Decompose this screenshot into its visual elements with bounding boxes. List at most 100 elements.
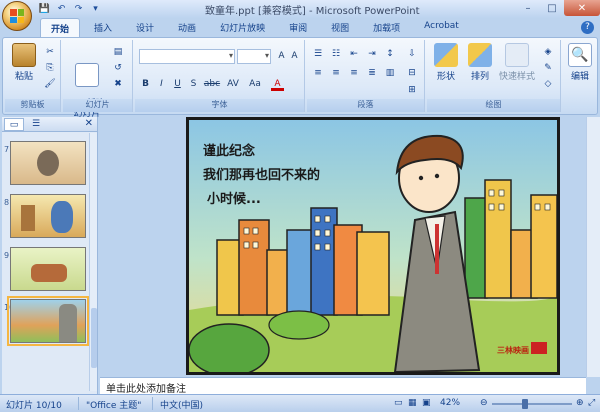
undo-icon[interactable]: ↶ xyxy=(55,2,68,15)
thumb-figure xyxy=(21,205,35,231)
shapes-button[interactable]: 形状 xyxy=(429,43,463,82)
zoom-out-icon[interactable]: ⊖ xyxy=(480,398,488,408)
zoom-knob[interactable] xyxy=(522,399,528,409)
new-slide-icon xyxy=(75,63,99,87)
format-painter-icon[interactable]: 🖌 xyxy=(43,77,57,90)
font-color-button[interactable]: A xyxy=(271,78,284,91)
notes-pane[interactable]: 单击此处添加备注 xyxy=(100,377,586,395)
bold-button[interactable]: B xyxy=(139,78,152,91)
zoom-in-icon[interactable]: ⊕ xyxy=(576,398,584,408)
underline-button[interactable]: U xyxy=(171,78,184,91)
current-slide[interactable]: 谨此纪念 我们那再也回不来的 小时候... 三林映画 xyxy=(186,117,560,375)
ribbon-tabs: 开始 插入 设计 动画 幻灯片放映 审阅 视图 加载项 Acrobat xyxy=(40,18,469,38)
decrease-indent-icon[interactable]: ⇤ xyxy=(347,47,361,60)
editing-button[interactable]: 🔍 编辑 xyxy=(563,43,597,82)
strikethrough-button[interactable]: abc xyxy=(203,78,221,91)
pane-scroll-thumb[interactable] xyxy=(91,308,97,368)
find-icon: 🔍 xyxy=(568,43,592,67)
line-spacing-icon[interactable]: ↕ xyxy=(383,47,397,60)
more-icon[interactable]: ▾ xyxy=(89,2,102,15)
slide-sorter-icon[interactable]: ▦ xyxy=(408,398,417,408)
tab-acrobat[interactable]: Acrobat xyxy=(414,18,469,38)
justify-icon[interactable]: ≣ xyxy=(365,66,379,79)
slide-text-line: 我们那再也回不来的 xyxy=(203,168,321,183)
delete-slide-icon[interactable]: ✖ xyxy=(111,77,125,90)
reset-icon[interactable]: ↺ xyxy=(111,61,125,74)
help-icon[interactable]: ? xyxy=(581,21,594,34)
slide-thumbnail[interactable] xyxy=(10,141,86,185)
maximize-button[interactable]: □ xyxy=(540,0,564,16)
fit-window-icon[interactable]: ⤢ xyxy=(588,398,595,408)
tab-insert[interactable]: 插入 xyxy=(84,18,122,38)
thumb-figure xyxy=(59,304,77,342)
pane-close-icon[interactable]: ✕ xyxy=(85,118,93,129)
bullets-icon[interactable]: ☰ xyxy=(311,47,325,60)
align-text-icon[interactable]: ⊟ xyxy=(405,66,419,79)
tab-view[interactable]: 视图 xyxy=(321,18,359,38)
signature-text: 三林映画 xyxy=(497,346,529,355)
slides-tab-icon[interactable]: ▭ xyxy=(4,117,24,131)
grow-font-icon[interactable]: A xyxy=(275,50,288,63)
slideshow-view-icon[interactable]: ▣ xyxy=(422,398,431,408)
change-case-button[interactable]: Aa xyxy=(247,78,263,91)
align-left-icon[interactable]: ≡ xyxy=(311,66,325,79)
quick-styles-button[interactable]: 快速样式 xyxy=(497,43,537,82)
shape-fill-icon[interactable]: ◈ xyxy=(541,45,555,58)
smartart-icon[interactable]: ⊞ xyxy=(405,83,419,96)
slide-scrollbar[interactable] xyxy=(586,117,600,377)
italic-button[interactable]: I xyxy=(155,78,168,91)
save-icon[interactable]: 💾 xyxy=(38,2,51,15)
shape-outline-icon[interactable]: ✎ xyxy=(541,61,555,74)
increase-indent-icon[interactable]: ⇥ xyxy=(365,47,379,60)
close-button[interactable]: ✕ xyxy=(564,0,600,16)
minimize-button[interactable]: – xyxy=(516,0,540,16)
zoom-level[interactable]: 42% xyxy=(440,398,460,408)
slide-counter: 幻灯片 10/10 xyxy=(6,401,62,411)
paragraph-group: ☰ ☷ ⇤ ⇥ ↕ ⇩ ≡ ≡ ≡ ≣ ▥ ⊟ ⊞ 段落 xyxy=(307,40,425,112)
slide-text-line: 谨此纪念 xyxy=(203,144,256,159)
align-right-icon[interactable]: ≡ xyxy=(347,66,361,79)
shape-effects-icon[interactable]: ◇ xyxy=(541,77,555,90)
char-spacing-button[interactable]: AV xyxy=(225,78,241,91)
shapes-icon xyxy=(434,43,458,67)
quick-styles-icon xyxy=(505,43,529,67)
slide-thumbnail-selected[interactable] xyxy=(7,296,89,346)
layout-icon[interactable]: ▤ xyxy=(111,45,125,58)
window-controls: – □ ✕ xyxy=(516,0,600,16)
tab-design[interactable]: 设计 xyxy=(126,18,164,38)
shrink-font-icon[interactable]: A xyxy=(288,50,301,63)
cut-icon[interactable]: ✂ xyxy=(43,45,57,58)
paragraph-group-label: 段落 xyxy=(307,99,424,112)
office-button[interactable] xyxy=(2,1,32,31)
shadow-button[interactable]: S xyxy=(187,78,200,91)
tab-home[interactable]: 开始 xyxy=(40,18,81,38)
text-direction-icon[interactable]: ⇩ xyxy=(405,47,419,60)
slides-group-label: 幻灯片 xyxy=(63,99,132,112)
slide-thumbnail[interactable] xyxy=(10,247,86,291)
thumb-figure xyxy=(51,201,73,233)
drawing-group-label: 绘图 xyxy=(427,99,560,112)
normal-view-icon[interactable]: ▭ xyxy=(394,398,403,408)
slide-editing-area: 谨此纪念 我们那再也回不来的 小时候... 三林映画 xyxy=(100,117,600,377)
tab-review[interactable]: 审阅 xyxy=(279,18,317,38)
arrange-button[interactable]: 排列 xyxy=(463,43,497,82)
copy-icon[interactable]: ⎘ xyxy=(43,61,57,74)
pane-scrollbar[interactable] xyxy=(89,133,97,391)
arrange-label: 排列 xyxy=(470,72,489,82)
font-family-combo[interactable] xyxy=(139,49,235,64)
tab-addins[interactable]: 加载项 xyxy=(363,18,410,38)
columns-icon[interactable]: ▥ xyxy=(383,66,397,79)
align-center-icon[interactable]: ≡ xyxy=(329,66,343,79)
zoom-slider[interactable] xyxy=(492,399,572,409)
slide-thumbnail[interactable] xyxy=(10,194,86,238)
outline-tab-icon[interactable]: ☰ xyxy=(26,118,46,131)
numbering-icon[interactable]: ☷ xyxy=(329,47,343,60)
paste-icon xyxy=(12,43,36,67)
font-size-combo[interactable] xyxy=(237,49,271,64)
slide-text-line: 小时候... xyxy=(207,192,261,207)
font-group-label: 字体 xyxy=(135,99,304,112)
paste-button[interactable]: 粘贴 xyxy=(7,43,41,82)
tab-animation[interactable]: 动画 xyxy=(168,18,206,38)
tab-slideshow[interactable]: 幻灯片放映 xyxy=(210,18,275,38)
redo-icon[interactable]: ↷ xyxy=(72,2,85,15)
